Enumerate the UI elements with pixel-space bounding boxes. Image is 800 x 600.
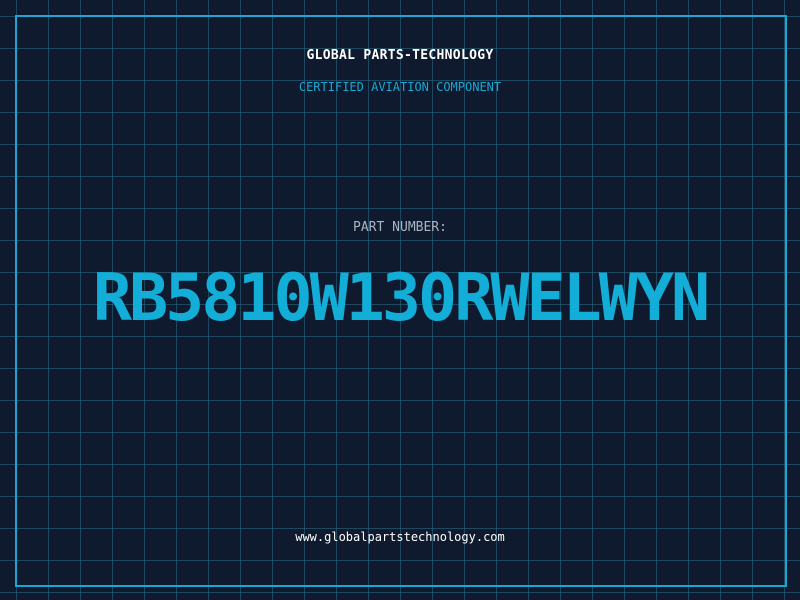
website-url: www.globalpartstechnology.com [295,530,505,544]
part-number-value: RB5810W130RWELWYN [92,261,710,336]
company-name: GLOBAL PARTS-TECHNOLOGY [306,48,494,63]
part-number-label: PART NUMBER: [353,220,447,235]
certification-subtitle: CERTIFIED AVIATION COMPONENT [298,80,502,94]
